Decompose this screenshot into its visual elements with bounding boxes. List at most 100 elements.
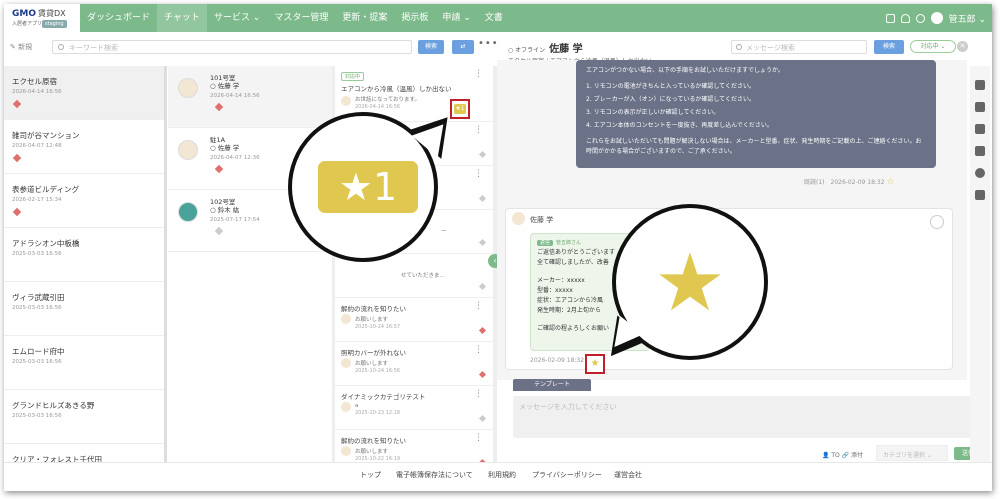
star-icon-highlight[interactable]: ★	[585, 354, 605, 374]
footer-link-company[interactable]: 運営会社	[614, 470, 642, 480]
kebab-icon[interactable]: ⋮	[474, 169, 483, 179]
kebab-icon[interactable]: ⋮	[474, 125, 483, 135]
more-icon[interactable]: •••	[478, 38, 499, 49]
avatar	[512, 212, 525, 225]
online-status: ○ オフライン	[508, 47, 546, 54]
footer-link-privacy[interactable]: プライバシーポリシー	[532, 470, 602, 480]
kebab-icon[interactable]: ⋮	[474, 433, 483, 443]
sender: 佐藤 学	[512, 212, 553, 225]
ticket-message: せていただきま…	[401, 273, 446, 279]
message-line: 2. ブレーカーが入（オン）になっているか確認してください。	[586, 96, 755, 103]
ticket-date: 2025-10-24 16:56	[355, 368, 401, 374]
kebab-icon[interactable]: ⋮	[474, 345, 483, 355]
ticket-item[interactable]: 解約の流れを知りたい お願いします 2025-10-24 16:57 ⋮	[335, 298, 493, 342]
nav-services[interactable]: サービス ⌄	[207, 4, 267, 32]
ticket-item[interactable]: ダイナミックカテゴリテスト a 2025-10-23 12:18 ⋮	[335, 386, 493, 430]
template-tab[interactable]: テンプレート	[513, 379, 591, 391]
nav-documents[interactable]: 文書	[478, 4, 510, 32]
message-search-button[interactable]: 検索	[874, 40, 904, 54]
property-item[interactable]: ヴィラ武蔵引田 2025-03-03 16:56	[4, 282, 164, 336]
property-item[interactable]: エムロード府中 2025-03-03 16:56	[4, 336, 164, 390]
right-rail	[970, 66, 990, 462]
ticket-date: 2025-10-23 12:18	[355, 410, 401, 416]
flag-icon	[478, 282, 487, 291]
nav-chat[interactable]: チャット	[157, 4, 207, 32]
message-search-input[interactable]: メッセージ検索	[731, 40, 867, 54]
star-outline-icon[interactable]: ☆	[887, 177, 895, 187]
property-date: 2025-03-03 16:56	[12, 251, 62, 257]
message-timestamp: 2026-02-09 18:32	[530, 357, 585, 364]
room-list: 101号室 ○ 佐藤 学 2026-04-14 16:56 駐1A ○ 佐藤 学 202…	[168, 66, 332, 462]
ticket-item[interactable]: 解約の流れを知りたい お願いします 2025-10-22 16:19 ⋮	[335, 430, 493, 462]
msg-search-placeholder: メッセージ検索	[746, 44, 795, 52]
room-date: 2026-04-14 16:56	[210, 93, 260, 99]
property-item[interactable]: 表参道ビルディング 2026-02-17 15:34	[4, 174, 164, 228]
keyword-search-input[interactable]: キーワード検索	[52, 40, 412, 54]
message-line: 4. エアコン本体のコンセントを一度抜き、再度差し込んでください。	[586, 122, 773, 129]
avatar	[178, 140, 198, 160]
search-button[interactable]: 検索	[418, 40, 444, 54]
kebab-icon[interactable]: ⋮	[474, 69, 483, 79]
status-dropdown[interactable]: 対応中 ⌄	[910, 40, 956, 53]
property-item[interactable]: 雑司が谷マンション 2026-04-07 12:48	[4, 120, 164, 174]
ai-icon[interactable]	[975, 190, 985, 200]
nav-application[interactable]: 申請 ⌄	[435, 4, 477, 32]
property-name: 表参道ビルディング	[12, 185, 79, 194]
ticket-message: a	[355, 403, 359, 409]
avatar	[341, 96, 351, 106]
users-icon[interactable]	[975, 80, 985, 90]
flag-icon	[478, 194, 487, 203]
nav-board[interactable]: 掲示板	[394, 4, 435, 32]
property-name: クリア・フォレスト千代田	[12, 455, 102, 462]
footer-link-terms[interactable]: 利用規約	[488, 470, 516, 480]
room-number: 102号室	[210, 198, 236, 206]
star-icon-zoomed: ★	[654, 236, 726, 329]
user-name[interactable]: 管五郎 ⌄	[949, 12, 986, 25]
compose-tools[interactable]: 👤 TO 🔗 添付	[822, 450, 863, 459]
scrollbar[interactable]	[164, 66, 167, 462]
user-avatar[interactable]	[930, 12, 943, 24]
room-date: 2026-04-07 12:36	[210, 155, 260, 161]
env-badge: staging	[42, 20, 67, 28]
avatar	[341, 358, 351, 368]
help-icon[interactable]	[915, 13, 925, 23]
property-item[interactable]: アドラシオン中板橋 2025-03-03 16:56	[4, 228, 164, 282]
kebab-icon[interactable]: ⋮	[474, 389, 483, 399]
faq-icon[interactable]	[975, 168, 985, 178]
kebab-icon[interactable]: ⋮	[474, 301, 483, 311]
filter-button[interactable]: ⇄	[452, 40, 474, 54]
avatar	[178, 78, 198, 98]
flag-icon	[12, 207, 22, 217]
bell-icon[interactable]	[900, 13, 910, 23]
contact-icon[interactable]	[975, 124, 985, 134]
nav-dashboard[interactable]: ダッシュボード	[80, 4, 157, 32]
property-item[interactable]: クリア・フォレスト千代田	[4, 444, 164, 462]
property-item[interactable]: グランドヒルズあきる野 2025-03-03 16:56	[4, 390, 164, 444]
property-date: 2026-04-14 16:56	[12, 89, 62, 95]
checkbox-icon[interactable]	[975, 102, 985, 112]
close-icon[interactable]: ✕	[957, 41, 968, 52]
link-icon[interactable]	[930, 215, 944, 229]
new-button[interactable]: ✎ 新規	[10, 42, 32, 52]
star-count-badge-highlight[interactable]: ★1	[450, 99, 470, 119]
logo[interactable]: GMO 賃貸DX 入居者アプリ staging	[4, 4, 80, 32]
property-item[interactable]: エクセル原宿 2026-04-14 16:56	[4, 66, 164, 120]
flag-icon	[478, 238, 487, 247]
property-name: 雑司が谷マンション	[12, 131, 80, 140]
toolbar: ✎ 新規 キーワード検索 検索 ⇄ ••• ○ オフライン佐藤 学 エクセル原宿…	[4, 36, 992, 65]
document-icon[interactable]	[975, 146, 985, 156]
room-number: 101号室	[210, 74, 236, 82]
copy-icon[interactable]	[885, 13, 895, 23]
flag-icon	[12, 153, 22, 163]
footer-link-ebook-law[interactable]: 電子帳簿保存法について	[396, 470, 473, 480]
footer-link-top[interactable]: トップ	[360, 470, 381, 480]
nav-renewal[interactable]: 更新・提案	[335, 4, 394, 32]
reply-badge: 返信	[537, 240, 554, 246]
room-item[interactable]: 101号室 ○ 佐藤 学 2026-04-14 16:56	[168, 66, 332, 128]
ticket-item[interactable]: 照明カバーが外れない お願いします 2025-10-24 16:56 ⋮	[335, 342, 493, 386]
ticket-message: お願いします	[355, 361, 389, 367]
nav-master[interactable]: マスター管理	[267, 4, 335, 32]
category-select[interactable]: カテゴリを選択 ⌄	[876, 445, 948, 461]
message-input[interactable]: メッセージを入力してください	[513, 396, 981, 438]
property-name: エムロード府中	[12, 347, 65, 356]
